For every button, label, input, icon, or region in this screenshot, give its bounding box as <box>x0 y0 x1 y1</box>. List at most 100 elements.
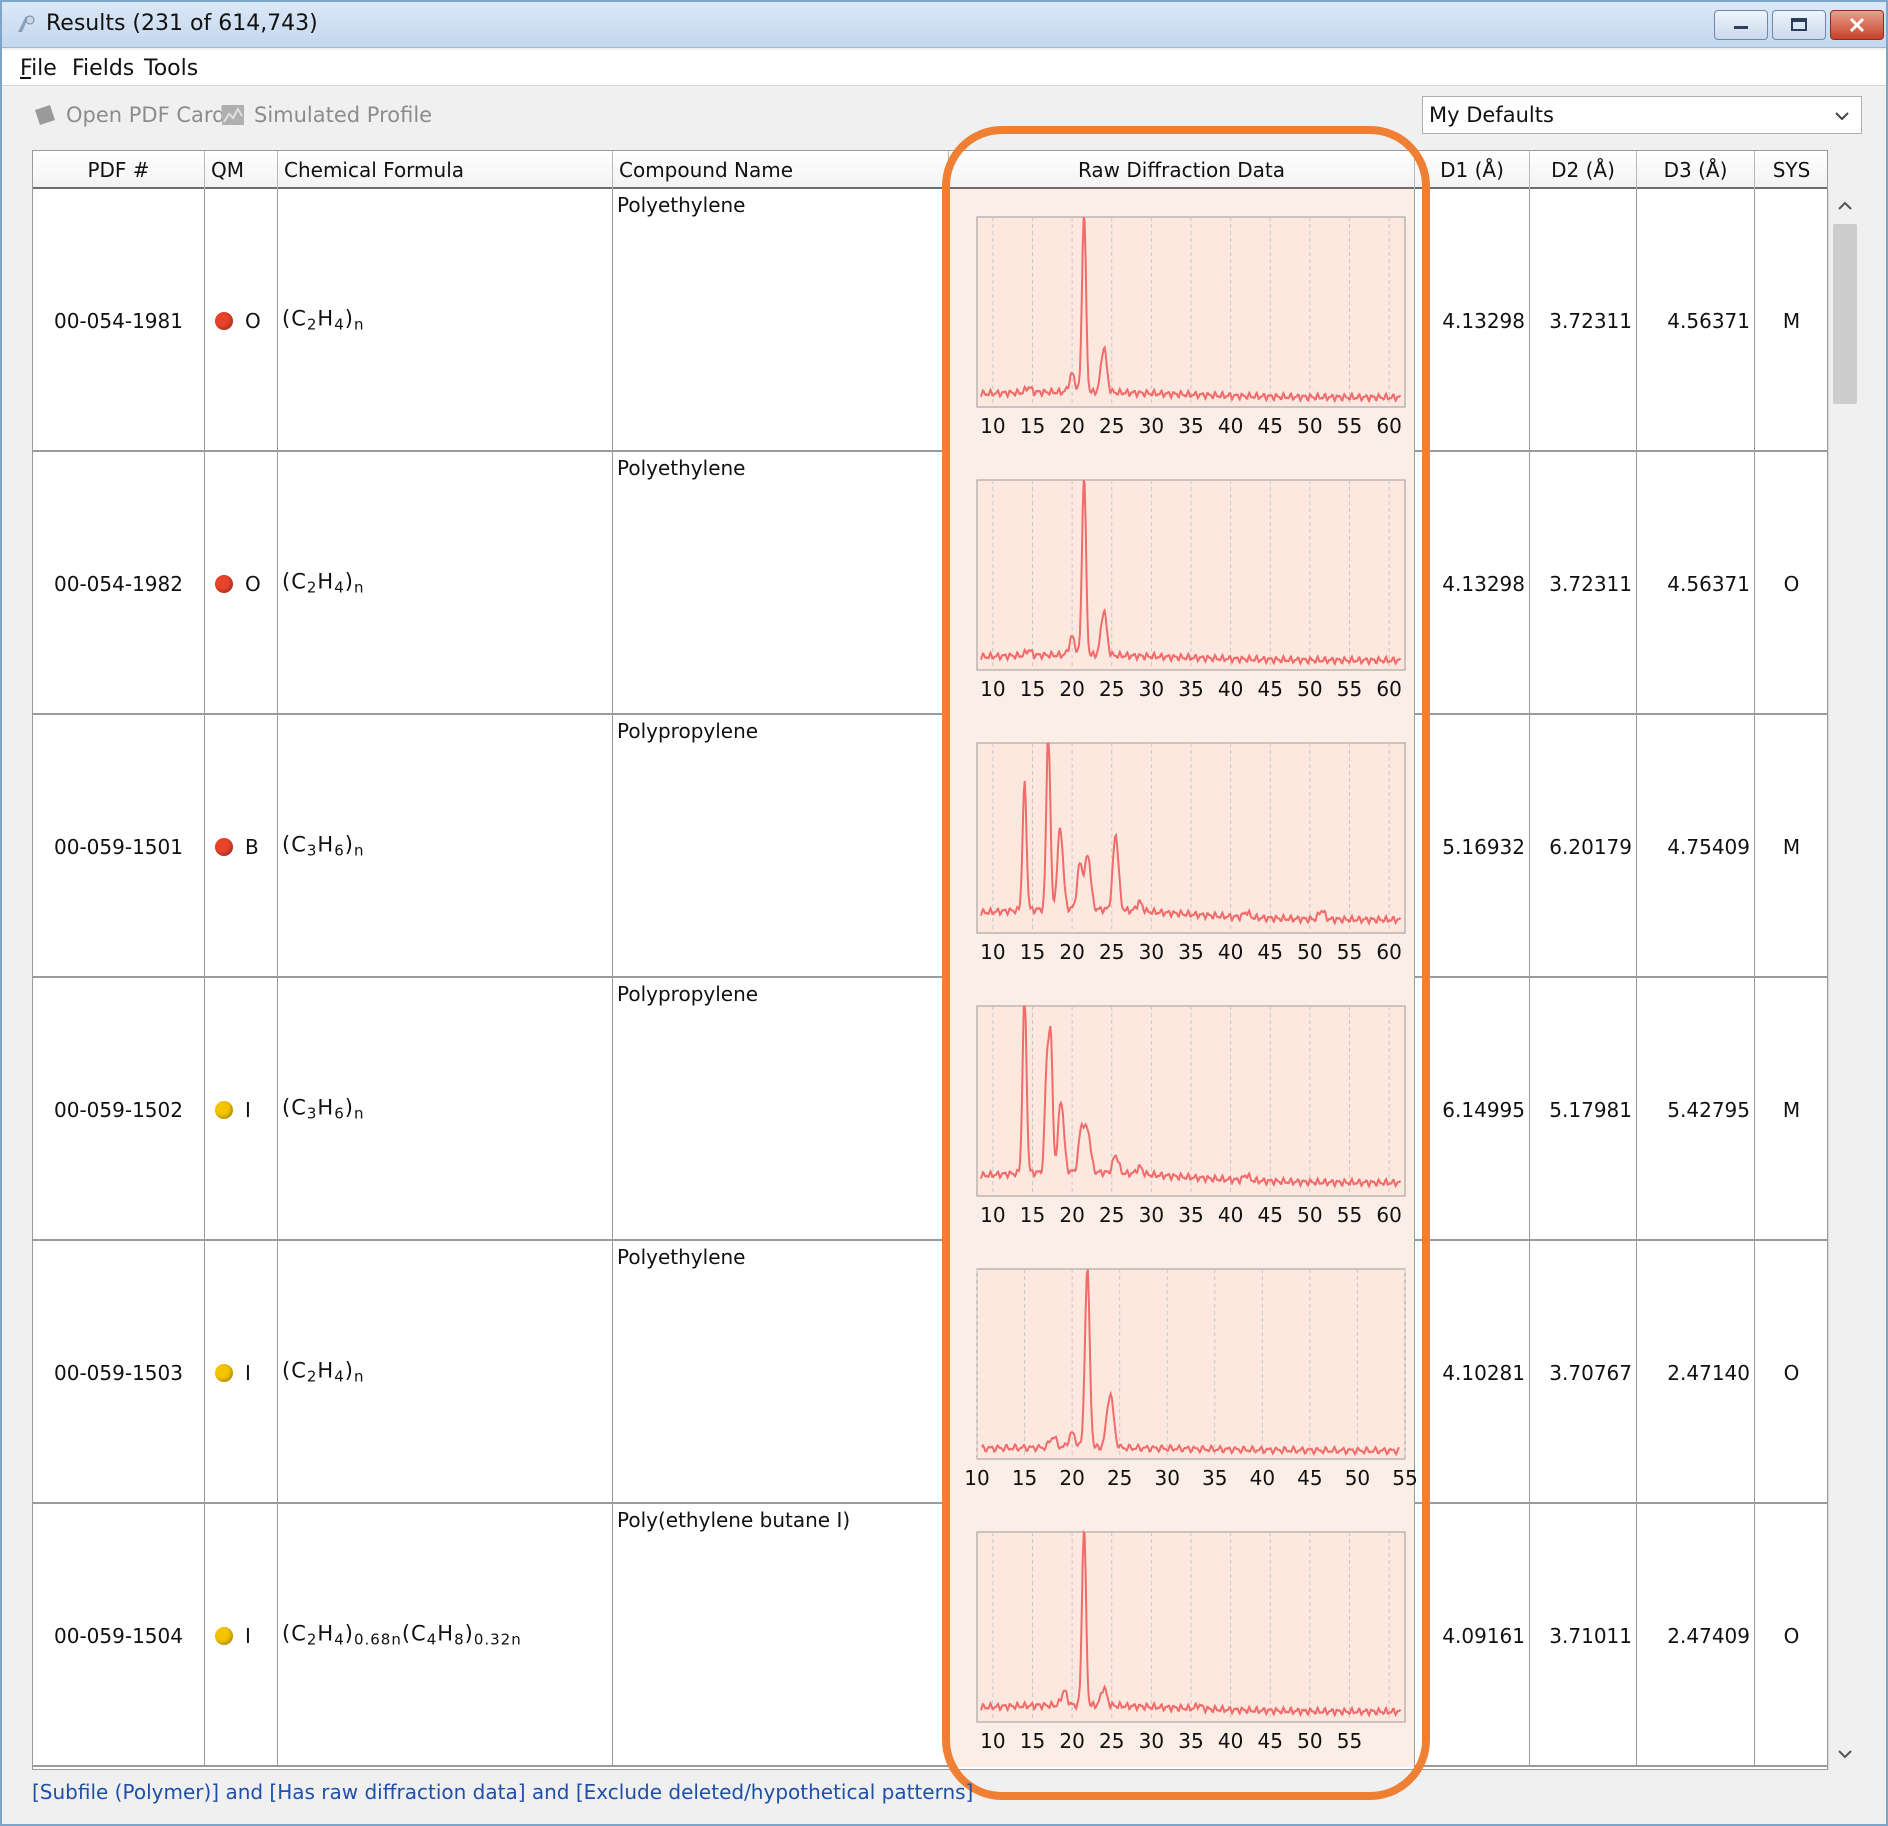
cell-d3: 2.47409 <box>1637 1504 1755 1767</box>
scroll-down-icon[interactable] <box>1835 1744 1855 1764</box>
vertical-scrollbar[interactable] <box>1828 190 1860 1770</box>
column-header-raw-data[interactable]: Raw Diffraction Data <box>949 151 1415 189</box>
x-tick-label: 10 <box>980 940 1005 964</box>
cell-qm: I <box>205 1504 278 1767</box>
column-header-pdf[interactable]: PDF # <box>33 151 205 189</box>
x-tick-label: 10 <box>980 677 1005 701</box>
x-tick-label: 25 <box>1099 414 1124 438</box>
chemical-formula: (C3H6)n <box>282 832 364 860</box>
title-bar[interactable]: Results (231 of 614,743) <box>2 2 1886 48</box>
formula-subscript: n <box>353 1104 365 1123</box>
x-tick-label: 35 <box>1178 677 1203 701</box>
column-header-qm[interactable]: QM <box>205 151 278 189</box>
column-header-d3[interactable]: D3 (Å) <box>1637 151 1755 189</box>
x-tick-label: 30 <box>1139 414 1164 438</box>
x-tick-label: 45 <box>1297 1466 1322 1490</box>
cell-d1: 4.10281 <box>1415 1241 1530 1504</box>
d2-spacing: 3.70767 <box>1549 1360 1632 1385</box>
profile-chart-icon <box>222 105 244 125</box>
cell-formula: (C2H4)n <box>278 189 613 452</box>
x-tick-label: 50 <box>1297 940 1322 964</box>
cell-qm: I <box>205 978 278 1241</box>
menu-fields[interactable]: Fields <box>72 56 134 81</box>
x-tick-label: 30 <box>1139 677 1164 701</box>
maximize-button[interactable] <box>1772 10 1826 40</box>
x-tick-label: 15 <box>1020 1729 1045 1753</box>
x-tick-label: 20 <box>1059 677 1084 701</box>
quality-mark-letter: I <box>245 1623 251 1648</box>
menu-tools[interactable]: Tools <box>144 56 198 81</box>
x-tick-label: 15 <box>1020 414 1045 438</box>
x-tick-label: 40 <box>1218 1203 1243 1227</box>
pdf-number: 00-059-1501 <box>54 834 183 859</box>
scroll-up-icon[interactable] <box>1835 196 1855 216</box>
open-pdf-card-label: Open PDF Card <box>66 103 226 127</box>
quality-mark-letter: O <box>245 308 261 333</box>
pdf-card-icon <box>35 105 55 125</box>
table-row[interactable]: 00-059-1501 B (C3H6)n Polypropylene 10 15 20 25… <box>33 715 1827 978</box>
plot-area <box>976 1268 1406 1460</box>
x-tick-label: 50 <box>1345 1466 1370 1490</box>
cell-d1: 4.09161 <box>1415 1504 1530 1767</box>
x-tick-label: 50 <box>1297 1729 1322 1753</box>
cell-pdf: 00-054-1981 <box>33 189 205 452</box>
x-tick-label: 30 <box>1139 940 1164 964</box>
x-tick-label: 35 <box>1178 414 1203 438</box>
close-button[interactable] <box>1830 10 1884 40</box>
minimize-button[interactable] <box>1714 10 1768 40</box>
x-tick-label: 10 <box>980 1203 1005 1227</box>
pdf-number: 00-059-1504 <box>54 1623 183 1648</box>
diffraction-chart: 10 15 20 25 30 35 40 45 50 55 60 <box>976 742 1406 964</box>
formula-subscript: 2 <box>306 578 318 597</box>
open-pdf-card-button[interactable]: Open PDF Card <box>32 98 225 132</box>
cell-d2: 3.70767 <box>1530 1241 1637 1504</box>
column-header-d2[interactable]: D2 (Å) <box>1530 151 1637 189</box>
menu-file[interactable]: File <box>20 56 57 81</box>
simulated-profile-button[interactable]: Simulated Profile <box>220 98 432 132</box>
formula-part: ) <box>344 1095 354 1120</box>
formula-subscript: 3 <box>306 1104 318 1123</box>
column-header-compound[interactable]: Compound Name <box>613 151 949 189</box>
x-tick-label: 40 <box>1218 940 1243 964</box>
cell-pdf: 00-059-1503 <box>33 1241 205 1504</box>
cell-sys: O <box>1755 1504 1827 1767</box>
cell-compound: Poly(ethylene butane I) <box>613 1504 949 1767</box>
table-row[interactable]: 00-054-1982 O (C2H4)n Polyethylene 10 15 20 25 3… <box>33 452 1827 715</box>
quality-mark-letter: O <box>245 571 261 596</box>
cell-d2: 3.71011 <box>1530 1504 1637 1767</box>
scrollbar-thumb[interactable] <box>1833 224 1857 404</box>
cell-d2: 6.20179 <box>1530 715 1637 978</box>
column-header-formula[interactable]: Chemical Formula <box>278 151 613 189</box>
crystal-system: O <box>1783 571 1800 596</box>
table-row[interactable]: 00-059-1504 I (C2H4)0.68n(C4H8)0.32n Poly(e… <box>33 1504 1827 1767</box>
d2-spacing: 3.72311 <box>1549 571 1632 596</box>
cell-sys: M <box>1755 189 1827 452</box>
raw-diffraction-plot-cell: 10 15 20 25 30 35 40 45 50 55 60 <box>949 715 1415 978</box>
table-row[interactable]: 00-054-1981 O (C2H4)n Polyethylene 10 15 20 25 3… <box>33 189 1827 452</box>
filter-query-link[interactable]: [Subfile (Polymer)] and [Has raw diffrac… <box>32 1780 973 1804</box>
raw-diffraction-plot-cell: 10 15 20 25 30 35 40 45 50 55 60 <box>949 189 1415 452</box>
table-row[interactable]: 00-059-1502 I (C3H6)n Polypropylene 10 15 20 25… <box>33 978 1827 1241</box>
column-header-d1[interactable]: D1 (Å) <box>1415 151 1530 189</box>
x-tick-label: 25 <box>1099 940 1124 964</box>
defaults-dropdown[interactable]: My Defaults <box>1422 96 1862 134</box>
x-tick-label: 20 <box>1059 940 1084 964</box>
filter-status: [Subfile (Polymer)] and [Has raw diffrac… <box>32 1780 1832 1816</box>
x-tick-label: 55 <box>1337 1203 1362 1227</box>
formula-subscript: 3 <box>306 841 318 860</box>
results-window: Results (231 of 614,743) File Fields Too… <box>0 0 1888 1826</box>
d3-spacing: 4.56371 <box>1667 308 1750 333</box>
x-tick-label: 45 <box>1258 940 1283 964</box>
column-header-sys[interactable]: SYS <box>1755 151 1827 189</box>
x-tick-label: 15 <box>1020 940 1045 964</box>
table-row[interactable]: 00-059-1503 I (C2H4)n Polyethylene 10 15 20 25 3… <box>33 1241 1827 1504</box>
raw-diffraction-plot-cell: 10 15 20 25 30 35 40 45 50 55 60 <box>949 452 1415 715</box>
d1-spacing: 4.09161 <box>1442 1623 1525 1648</box>
defaults-value: My Defaults <box>1429 103 1554 127</box>
cell-formula: (C2H4)n <box>278 452 613 715</box>
cell-d2: 3.72311 <box>1530 452 1637 715</box>
d3-spacing: 2.47140 <box>1667 1360 1750 1385</box>
formula-subscript: 8 <box>454 1630 465 1649</box>
quality-mark-letter: I <box>245 1360 251 1385</box>
x-tick-label: 45 <box>1258 414 1283 438</box>
